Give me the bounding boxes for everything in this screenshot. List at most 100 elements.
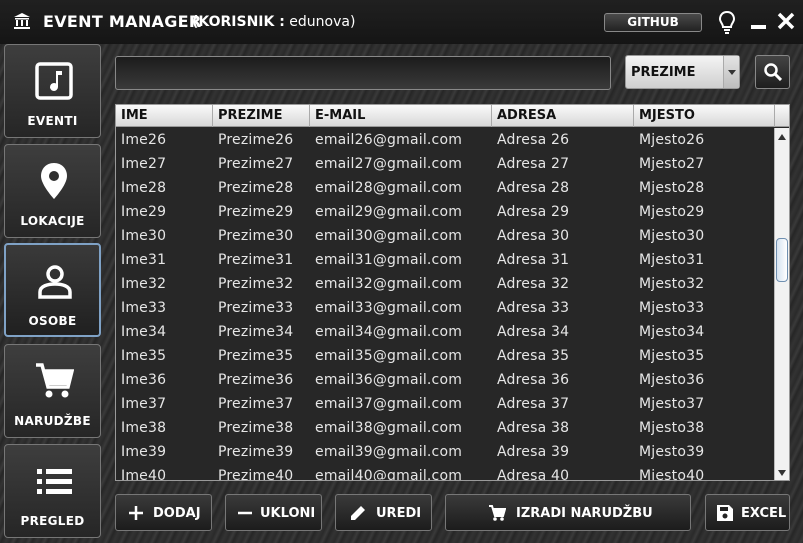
chevron-down-icon[interactable] xyxy=(723,56,739,88)
search-field-select[interactable]: PREZIME xyxy=(625,55,740,89)
excel-button[interactable]: EXCEL xyxy=(705,494,790,531)
table-cell-email: email35@gmail.com xyxy=(315,348,463,364)
sidebar-item-label: EVENTI xyxy=(27,114,78,128)
table-cell-adresa: Adresa 36 xyxy=(497,372,570,388)
column-header-email[interactable]: E-MAIL xyxy=(310,105,492,127)
sidebar-item-narudzbe[interactable]: NARUDŽBE xyxy=(4,344,101,438)
column-header-ime[interactable]: IME xyxy=(116,105,213,127)
scroll-up-arrow-icon[interactable] xyxy=(778,134,786,140)
table-body: Ime26 Prezime26 email26@gmail.com Adresa 26… xyxy=(116,128,773,481)
table-cell-ime: Ime29 xyxy=(121,204,167,220)
table-header: IME PREZIME E-MAIL ADRESA MJESTO xyxy=(116,105,789,127)
minimize-icon[interactable] xyxy=(751,25,766,29)
sidebar-item-eventi[interactable]: EVENTI xyxy=(4,44,101,138)
scroll-down-arrow-icon[interactable] xyxy=(778,470,786,476)
table-cell-prezime: Prezime38 xyxy=(218,420,294,436)
table-cell-prezime: Prezime29 xyxy=(218,204,294,220)
table-row[interactable]: Ime39 Prezime39 email39@gmail.com Adresa 39… xyxy=(116,440,773,464)
search-field-value: PREZIME xyxy=(631,65,696,80)
table-cell-adresa: Adresa 31 xyxy=(497,252,570,268)
bank-icon xyxy=(14,13,30,29)
github-button[interactable]: GITHUB xyxy=(604,13,702,32)
table-row[interactable]: Ime40 Prezime40 email40@gmail.com Adresa 40… xyxy=(116,464,773,481)
search-button[interactable] xyxy=(755,55,790,89)
table-cell-prezime: Prezime32 xyxy=(218,276,294,292)
location-pin-icon xyxy=(41,163,67,199)
table-cell-ime: Ime39 xyxy=(121,444,167,460)
table-cell-ime: Ime36 xyxy=(121,372,167,388)
table-cell-adresa: Adresa 38 xyxy=(497,420,570,436)
table-row[interactable]: Ime27 Prezime27 email27@gmail.com Adresa 27… xyxy=(116,152,773,176)
add-button-label: DODAJ xyxy=(153,506,201,521)
sidebar-item-lokacije[interactable]: LOKACIJE xyxy=(4,144,101,238)
table-row[interactable]: Ime32 Prezime32 email32@gmail.com Adresa 32… xyxy=(116,272,773,296)
table-cell-prezime: Prezime39 xyxy=(218,444,294,460)
table-cell-mjesto: Mjesto30 xyxy=(639,228,705,244)
table-cell-adresa: Adresa 33 xyxy=(497,300,570,316)
column-header-mjesto[interactable]: MJESTO xyxy=(634,105,775,127)
table-cell-adresa: Adresa 28 xyxy=(497,180,570,196)
table-cell-adresa: Adresa 40 xyxy=(497,468,570,481)
table-cell-prezime: Prezime26 xyxy=(218,132,294,148)
search-input[interactable] xyxy=(115,56,611,90)
user-info: (KORISNIK : edunova) xyxy=(192,14,355,30)
list-icon xyxy=(37,469,72,494)
table-row[interactable]: Ime35 Prezime35 email35@gmail.com Adresa 35… xyxy=(116,344,773,368)
table-row[interactable]: Ime31 Prezime31 email31@gmail.com Adresa 31… xyxy=(116,248,773,272)
table-cell-prezime: Prezime37 xyxy=(218,396,294,412)
table-cell-email: email33@gmail.com xyxy=(315,300,463,316)
plus-icon xyxy=(129,506,143,520)
sidebar-item-pregled[interactable]: PREGLED xyxy=(4,444,101,538)
table-cell-prezime: Prezime28 xyxy=(218,180,294,196)
table-row[interactable]: Ime36 Prezime36 email36@gmail.com Adresa 36… xyxy=(116,368,773,392)
table-cell-email: email31@gmail.com xyxy=(315,252,463,268)
table-cell-prezime: Prezime33 xyxy=(218,300,294,316)
edit-button[interactable]: UREDI xyxy=(335,494,432,531)
table-cell-mjesto: Mjesto34 xyxy=(639,324,705,340)
table-cell-adresa: Adresa 29 xyxy=(497,204,570,220)
sidebar-item-osobe[interactable]: OSOBE xyxy=(4,243,101,337)
table-cell-mjesto: Mjesto29 xyxy=(639,204,705,220)
table-row[interactable]: Ime33 Prezime33 email33@gmail.com Adresa 33… xyxy=(116,296,773,320)
lightbulb-icon[interactable] xyxy=(716,10,738,34)
table-row[interactable]: Ime37 Prezime37 email37@gmail.com Adresa 37… xyxy=(116,392,773,416)
edit-button-label: UREDI xyxy=(376,506,422,521)
table-row[interactable]: Ime34 Prezime34 email34@gmail.com Adresa 34… xyxy=(116,320,773,344)
column-header-adresa[interactable]: ADRESA xyxy=(492,105,634,127)
sidebar-item-label: OSOBE xyxy=(28,314,77,328)
table-cell-ime: Ime33 xyxy=(121,300,167,316)
add-button[interactable]: DODAJ xyxy=(115,494,212,531)
table-cell-email: email29@gmail.com xyxy=(315,204,463,220)
column-header-prezime[interactable]: PREZIME xyxy=(213,105,310,127)
shopping-cart-icon xyxy=(36,363,74,398)
remove-button-label: UKLONI xyxy=(260,506,316,521)
table-row[interactable]: Ime26 Prezime26 email26@gmail.com Adresa 26… xyxy=(116,128,773,152)
table-cell-adresa: Adresa 39 xyxy=(497,444,570,460)
table-cell-ime: Ime30 xyxy=(121,228,167,244)
table-cell-email: email28@gmail.com xyxy=(315,180,463,196)
table-row[interactable]: Ime30 Prezime30 email30@gmail.com Adresa 30… xyxy=(116,224,773,248)
table-cell-mjesto: Mjesto40 xyxy=(639,468,705,481)
create-order-button[interactable]: IZRADI NARUDŽBU xyxy=(445,494,691,531)
table-cell-mjesto: Mjesto36 xyxy=(639,372,705,388)
table-cell-email: email26@gmail.com xyxy=(315,132,463,148)
sidebar-item-label: LOKACIJE xyxy=(20,214,85,228)
table-row[interactable]: Ime28 Prezime28 email28@gmail.com Adresa 28… xyxy=(116,176,773,200)
table-cell-adresa: Adresa 32 xyxy=(497,276,570,292)
app-title: EVENT MANAGER xyxy=(43,12,202,31)
table-cell-adresa: Adresa 35 xyxy=(497,348,570,364)
title-bar: EVENT MANAGER (KORISNIK : edunova) GITHU… xyxy=(0,0,803,44)
table-cell-ime: Ime32 xyxy=(121,276,167,292)
table-cell-email: email27@gmail.com xyxy=(315,156,463,172)
close-icon[interactable] xyxy=(776,11,796,31)
table-cell-adresa: Adresa 27 xyxy=(497,156,570,172)
scrollbar-thumb[interactable] xyxy=(776,238,788,282)
vertical-scrollbar[interactable] xyxy=(774,128,789,480)
remove-button[interactable]: UKLONI xyxy=(225,494,322,531)
sidebar-item-label: PREGLED xyxy=(20,514,85,528)
table-cell-mjesto: Mjesto35 xyxy=(639,348,705,364)
table-row[interactable]: Ime38 Prezime38 email38@gmail.com Adresa 38… xyxy=(116,416,773,440)
table-cell-ime: Ime38 xyxy=(121,420,167,436)
table-cell-prezime: Prezime40 xyxy=(218,468,294,481)
table-row[interactable]: Ime29 Prezime29 email29@gmail.com Adresa 29… xyxy=(116,200,773,224)
